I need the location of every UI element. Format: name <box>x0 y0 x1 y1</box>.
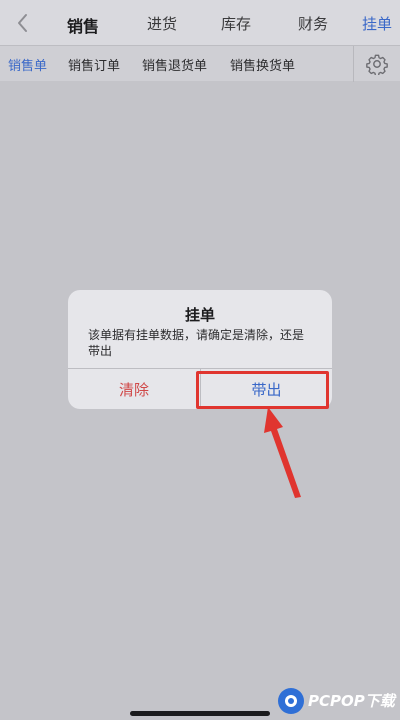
tab-finance[interactable]: 财务 <box>298 13 328 34</box>
subtab-sales-slip[interactable]: 销售单 <box>8 55 47 74</box>
subtab-sales-exchange[interactable]: 销售换货单 <box>230 55 295 74</box>
gear-icon[interactable] <box>366 53 388 75</box>
dialog-message: 该单据有挂单数据，请确定是清除，还是带出 <box>88 328 305 358</box>
clear-button[interactable]: 清除 <box>68 369 200 409</box>
top-nav-bar: 销售 进货 库存 财务 挂单 <box>0 0 400 45</box>
tab-sales[interactable]: 销售 <box>67 13 99 37</box>
annotation-highlight-box <box>196 371 329 409</box>
chevron-left-icon[interactable] <box>12 10 34 36</box>
tab-purchase[interactable]: 进货 <box>147 13 177 34</box>
subtab-sales-order[interactable]: 销售订单 <box>68 55 120 74</box>
subtab-sales-return[interactable]: 销售退货单 <box>142 55 207 74</box>
tab-inventory[interactable]: 库存 <box>221 13 251 34</box>
watermark-text: PCPOP下载 <box>308 692 395 710</box>
sub-nav-bar: 销售单 销售订单 销售退货单 销售换货单 <box>0 45 400 82</box>
home-indicator <box>130 711 270 716</box>
tab-pending-orders[interactable]: 挂单 <box>362 13 392 34</box>
annotation-arrow-icon <box>264 407 301 498</box>
dialog-title: 挂单 <box>184 306 215 324</box>
subnav-divider <box>353 46 354 82</box>
